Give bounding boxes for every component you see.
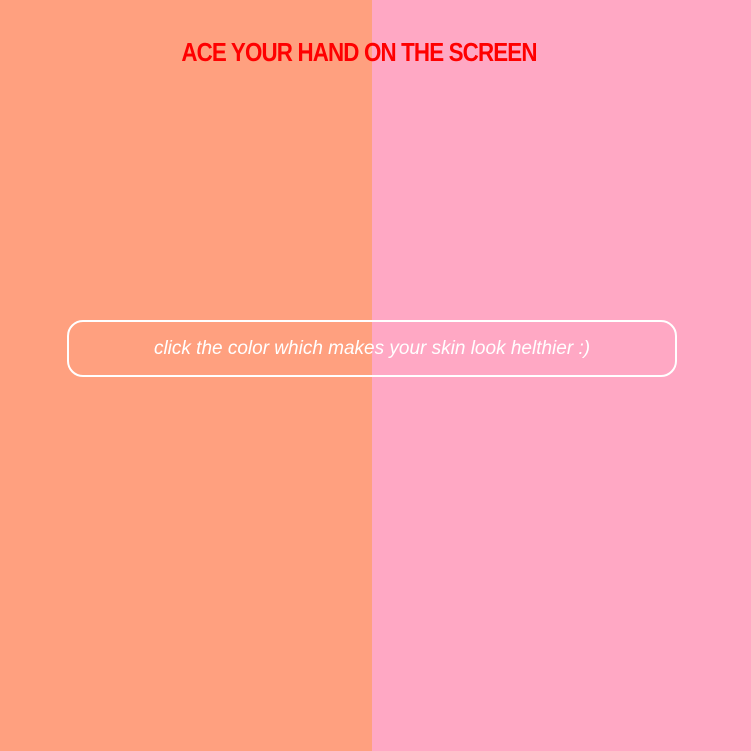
page-title: ACE YOUR HAND ON THE SCREEN — [181, 37, 537, 67]
color-option-pink[interactable] — [372, 0, 751, 751]
color-option-orange[interactable] — [0, 0, 372, 751]
